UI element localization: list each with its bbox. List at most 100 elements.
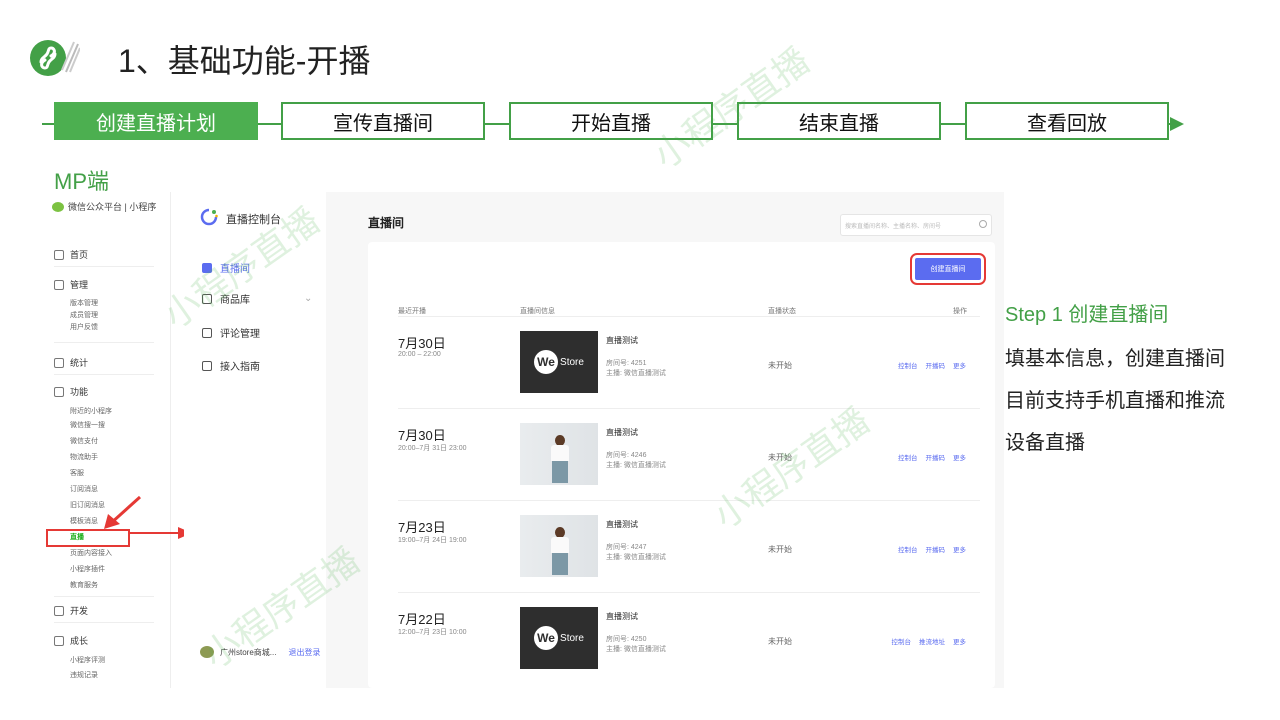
live-console-title: 直播控制台 <box>226 214 281 226</box>
row-time: 20:00–7月 31日 23:00 <box>398 445 467 452</box>
monitor-icon <box>54 279 64 290</box>
wechat-admin-nav: 微信公众平台 | 小程序 首页 管理 版本管理 成员管理 用户反馈 统计 功能 … <box>42 192 171 688</box>
red-arrow-right-icon <box>130 527 192 539</box>
col-status: 直播状态 <box>768 308 796 315</box>
row-action-link[interactable]: 控制台 <box>898 360 918 370</box>
grid-icon <box>54 386 64 397</box>
menu-live-room[interactable]: 直播间 <box>202 260 250 275</box>
nav-divider <box>54 266 154 267</box>
row-anchor: 主播: 微信直播测试 <box>606 462 666 469</box>
table-row: 7月22日 12:00–7月 23日 10:00 We Store 直播测试 房间号: 4… <box>398 592 980 685</box>
bag-icon <box>202 293 212 304</box>
user-name: 广州store商城... <box>220 647 277 657</box>
nav-sub-content[interactable]: 页面内容接入 <box>70 548 112 558</box>
cover-image: We Store <box>520 607 598 669</box>
row-meta: 房间号: 4250 主播: 微信直播测试 <box>606 635 666 655</box>
row-action-link[interactable]: 开播码 <box>926 452 946 462</box>
row-action-link[interactable]: 开播码 <box>926 544 946 554</box>
nav-sub-plugin[interactable]: 小程序插件 <box>70 564 105 574</box>
nav-sub-review[interactable]: 小程序评测 <box>70 655 105 665</box>
nav-sub-members[interactable]: 成员管理 <box>70 310 98 320</box>
video-icon <box>202 262 212 273</box>
nav-home[interactable]: 首页 <box>54 248 88 261</box>
menu-comments[interactable]: 评论管理 <box>202 325 260 340</box>
search-input[interactable]: 搜索直播间名称、主播名称、房间号 <box>840 214 992 236</box>
cover-image <box>520 423 598 485</box>
flow-arrow-icon <box>1170 117 1184 131</box>
row-status: 未开始 <box>768 637 792 646</box>
nav-manage[interactable]: 管理 <box>54 278 88 291</box>
nav-features[interactable]: 功能 <box>54 385 88 398</box>
row-room-name: 直播测试 <box>606 336 638 345</box>
nav-stats[interactable]: 统计 <box>54 356 88 369</box>
nav-sub-version[interactable]: 版本管理 <box>70 298 98 308</box>
menu-goods[interactable]: 商品库 ⌄ <box>202 291 312 306</box>
step-desc-line-1: 填基本信息，创建直播间 <box>1005 348 1225 370</box>
live-room-main: 直播间 搜索直播间名称、主播名称、房间号 创建直播间 最近开播 直播间信息 直播… <box>326 192 1004 688</box>
cover-store: Store <box>560 356 584 368</box>
live-room-card: 创建直播间 最近开播 直播间信息 直播状态 操作 7月30日 20:00 – 22… <box>368 242 995 688</box>
cover-store: Store <box>560 632 584 644</box>
row-action-link[interactable]: 控制台 <box>898 452 918 462</box>
nav-stats-label: 统计 <box>70 358 89 368</box>
row-status: 未开始 <box>768 453 792 462</box>
col-ops: 操作 <box>953 308 967 315</box>
nav-divider <box>54 374 154 375</box>
nav-divider <box>54 622 154 623</box>
row-meta: 房间号: 4246 主播: 微信直播测试 <box>606 451 666 471</box>
table-row: 7月30日 20:00–7月 31日 23:00 直播测试 房间号: 4246 主播: … <box>398 408 980 501</box>
live-highlight-box <box>46 529 130 547</box>
row-actions: 控制台 开播码 更多 <box>898 360 966 370</box>
row-room-number: 房间号: 4247 <box>606 544 647 551</box>
nav-sub-feedback[interactable]: 用户反馈 <box>70 322 98 332</box>
nav-sub-education[interactable]: 教育服务 <box>70 580 98 590</box>
nav-sub-template[interactable]: 模板消息 <box>70 516 98 526</box>
row-status: 未开始 <box>768 361 792 370</box>
row-action-link[interactable]: 推流地址 <box>919 636 945 646</box>
nav-dev-label: 开发 <box>70 606 89 616</box>
cover-we: We <box>534 626 559 650</box>
wechat-logo-icon <box>52 201 64 212</box>
menu-guide[interactable]: 接入指南 <box>202 358 260 373</box>
book-icon <box>202 360 212 371</box>
nav-dev[interactable]: 开发 <box>54 604 88 617</box>
nav-sub-logistics[interactable]: 物流助手 <box>70 452 98 462</box>
table-row: 7月23日 19:00–7月 24日 19:00 直播测试 房间号: 4247 主播: … <box>398 500 980 593</box>
menu-live-room-label: 直播间 <box>220 264 250 275</box>
row-action-link[interactable]: 控制台 <box>898 544 918 554</box>
row-anchor: 主播: 微信直播测试 <box>606 370 666 377</box>
nav-home-label: 首页 <box>70 250 89 260</box>
nav-sub-subscribe[interactable]: 订阅消息 <box>70 484 98 494</box>
chart-icon <box>54 357 64 368</box>
row-action-link[interactable]: 更多 <box>953 636 966 646</box>
row-date: 7月23日 <box>398 520 446 535</box>
search-placeholder: 搜索直播间名称、主播名称、房间号 <box>845 224 942 230</box>
nav-sub-violations[interactable]: 违规记录 <box>70 670 98 680</box>
console-screenshot: 微信公众平台 | 小程序 首页 管理 版本管理 成员管理 用户反馈 统计 功能 … <box>42 192 1004 688</box>
nav-growth[interactable]: 成长 <box>54 634 88 647</box>
nav-divider <box>54 596 154 597</box>
row-room-number: 房间号: 4246 <box>606 452 647 459</box>
row-action-link[interactable]: 更多 <box>953 452 966 462</box>
step-title: Step 1 创建直播间 <box>1005 304 1169 326</box>
nav-sub-service[interactable]: 客服 <box>70 468 84 478</box>
row-action-link[interactable]: 更多 <box>953 360 966 370</box>
nav-sub-search[interactable]: 微信搜一搜 <box>70 420 105 430</box>
row-action-link[interactable]: 更多 <box>953 544 966 554</box>
row-time: 20:00 – 22:00 <box>398 351 441 358</box>
flow-step-replay: 查看回放 <box>965 102 1169 140</box>
nav-sub-pay[interactable]: 微信支付 <box>70 436 98 446</box>
step-desc-line-2: 目前支持手机直播和推流 <box>1005 390 1225 412</box>
nav-features-label: 功能 <box>70 387 89 397</box>
create-live-room-button[interactable]: 创建直播间 <box>910 253 986 285</box>
nav-sub-nearby[interactable]: 附近的小程序 <box>70 406 112 416</box>
nav-divider <box>54 342 154 343</box>
logout-link[interactable]: 退出登录 <box>288 647 320 658</box>
search-icon[interactable] <box>979 220 987 228</box>
wechat-topbar: 微信公众平台 | 小程序 <box>52 200 156 213</box>
row-action-link[interactable]: 控制台 <box>892 636 912 646</box>
row-action-link[interactable]: 开播码 <box>926 360 946 370</box>
menu-guide-label: 接入指南 <box>220 362 260 373</box>
row-room-name: 直播测试 <box>606 428 638 437</box>
flow-step-end: 结束直播 <box>737 102 941 140</box>
